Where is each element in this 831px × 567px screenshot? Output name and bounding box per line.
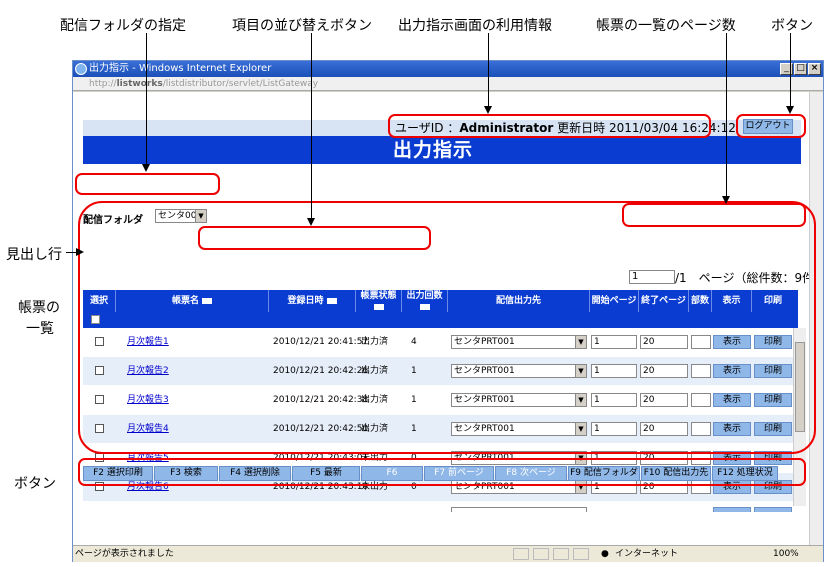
dest-select[interactable] bbox=[451, 507, 587, 512]
zone-label: インターネット bbox=[615, 549, 679, 559]
highlight-buttons bbox=[78, 458, 806, 486]
arrow-pagecount bbox=[722, 33, 730, 204]
close-icon[interactable]: × bbox=[808, 63, 821, 75]
highlight-list bbox=[78, 201, 816, 454]
window-title: 出力指示 - Windows Internet Explorer bbox=[89, 63, 272, 74]
arrow-header-row-head bbox=[76, 248, 84, 256]
print-button[interactable] bbox=[754, 507, 792, 512]
view-button[interactable] bbox=[713, 507, 751, 512]
annotation-usage: 出力指示画面の利用情報 bbox=[398, 18, 552, 34]
status-pane bbox=[573, 548, 589, 560]
maximize-icon[interactable]: □ bbox=[794, 63, 807, 75]
annotation-pagecount: 帳票の一覧のページ数 bbox=[596, 18, 736, 34]
status-pane bbox=[533, 548, 549, 560]
arrow-logout bbox=[786, 33, 794, 114]
highlight-usage bbox=[388, 114, 711, 138]
minimize-icon[interactable]: _ bbox=[780, 63, 793, 75]
table-row-partial bbox=[83, 502, 798, 512]
arrow-sort bbox=[307, 33, 315, 226]
ie-logo-icon bbox=[75, 63, 87, 75]
annotation-list-2: 一覧 bbox=[26, 321, 54, 337]
highlight-logout bbox=[736, 114, 806, 138]
annotation-sort: 項目の並び替えボタン bbox=[232, 18, 372, 34]
url-host: listworks bbox=[116, 79, 163, 89]
status-pane bbox=[513, 548, 529, 560]
zoom-level[interactable]: 100% bbox=[773, 546, 799, 562]
annotation-button-bottom: ボタン bbox=[14, 476, 56, 492]
status-text: ページが表示されました bbox=[75, 549, 174, 559]
globe-icon: ● bbox=[601, 549, 609, 559]
title-bar: 出力指示 - Windows Internet Explorer _ □ × bbox=[73, 61, 823, 77]
url-path: /listdistributor/servlet/ListGateway bbox=[162, 79, 319, 89]
url-prefix: http:// bbox=[89, 79, 117, 89]
annotation-header-row: 見出し行 bbox=[6, 247, 62, 263]
address-bar[interactable]: http://listworks/listdistributor/servlet… bbox=[73, 77, 823, 91]
annotation-list-1: 帳票の bbox=[18, 300, 60, 316]
status-bar: ページが表示されました ● インターネット 100% bbox=[73, 545, 823, 562]
status-pane bbox=[553, 548, 569, 560]
page-title: 出力指示 bbox=[83, 136, 801, 164]
annotation-button-top: ボタン bbox=[771, 18, 813, 34]
annotation-folder: 配信フォルダの指定 bbox=[60, 18, 186, 34]
arrow-usage bbox=[484, 33, 492, 114]
arrow-folder bbox=[142, 33, 150, 172]
highlight-folder bbox=[75, 173, 220, 195]
